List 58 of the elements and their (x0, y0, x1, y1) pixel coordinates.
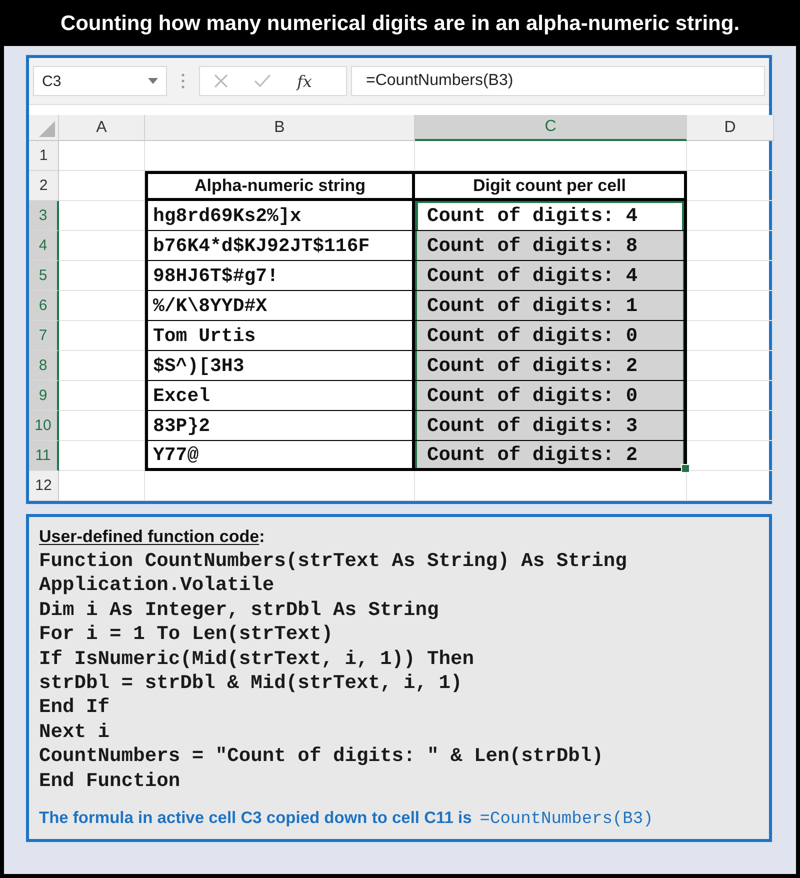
row-header[interactable]: 12 (29, 471, 59, 501)
check-icon[interactable] (254, 74, 271, 88)
column-header[interactable]: B (145, 115, 415, 141)
empty-cell[interactable] (415, 471, 687, 501)
formula-text: =CountNumbers(B3) (480, 810, 654, 830)
code-line: Function CountNumbers(strText As String) As String (39, 549, 628, 574)
code-line: If IsNumeric(Mid(strText, i, 1)) Then (39, 646, 476, 672)
table-cell: Count of digits: 4 (415, 261, 687, 291)
column-heading: Digit count per cell (415, 171, 687, 201)
table-cell: Count of digits: 2 (415, 441, 687, 471)
row-header[interactable]: 2 (29, 171, 59, 201)
table-cell: Count of digits: 3 (415, 411, 687, 441)
row-header[interactable]: 4 (29, 231, 59, 261)
table-cell: Y77@ (145, 441, 415, 471)
code-line: End If (39, 695, 111, 720)
row-header[interactable]: 1 (29, 141, 59, 171)
code-line: Next i (39, 720, 111, 744)
table-cell: Count of digits: 0 (415, 321, 687, 351)
code-heading: User-defined function code: (39, 526, 266, 548)
row-header[interactable]: 3 (29, 201, 59, 231)
cancel-icon[interactable] (214, 74, 228, 88)
code-line: strDbl = strDbl & Mid(strText, i, 1) (39, 671, 464, 696)
row-header[interactable]: 8 (29, 351, 59, 381)
table-cell: Count of digits: 8 (415, 231, 687, 261)
drag-handle-icon[interactable] (181, 73, 185, 89)
table-cell: Count of digits: 2 (415, 351, 687, 381)
column-header[interactable]: C (415, 115, 687, 141)
row-header[interactable]: 7 (29, 321, 59, 351)
column-header[interactable]: A (59, 115, 145, 141)
column-header[interactable]: D (687, 115, 774, 141)
row-header[interactable]: 6 (29, 291, 59, 321)
name-box[interactable]: C3 (33, 66, 167, 96)
dropdown-caret-icon[interactable] (148, 78, 158, 84)
row-header[interactable]: 10 (29, 411, 59, 441)
code-line: End Function (39, 768, 182, 794)
code-line: For i = 1 To Len(strText) (39, 622, 334, 647)
code-line: CountNumbers = "Count of digits: " & Len(strDbl) (39, 744, 604, 769)
table-cell: Count of digits: 4 (415, 201, 687, 231)
row-header[interactable]: 11 (29, 441, 59, 471)
fill-handle[interactable] (681, 464, 690, 473)
column-heading: Alpha-numeric string (145, 171, 415, 201)
formula-field[interactable]: =CountNumbers(B3) (351, 66, 765, 96)
row-header[interactable]: 9 (29, 381, 59, 411)
empty-cell[interactable] (687, 141, 774, 171)
page-title: Counting how many numerical digits are in an alpha-numeric string. (59, 11, 741, 37)
table-cell: Count of digits: 1 (415, 291, 687, 321)
empty-cell[interactable] (145, 141, 415, 171)
insert-function-button[interactable]: fx (297, 72, 312, 90)
empty-cell[interactable] (687, 471, 774, 501)
empty-cell[interactable] (687, 171, 774, 201)
footer-note: The formula in active cell C3 copied down to cell C11 is (39, 809, 472, 828)
code-line: Application.Volatile (39, 573, 276, 598)
row-header[interactable]: 5 (29, 261, 59, 291)
code-line: Dim i As Integer, strDbl As String (39, 598, 440, 622)
empty-cell[interactable] (415, 141, 687, 171)
empty-cell[interactable] (145, 471, 415, 501)
select-all-icon[interactable] (39, 121, 55, 137)
table-cell: Count of digits: 0 (415, 381, 687, 411)
